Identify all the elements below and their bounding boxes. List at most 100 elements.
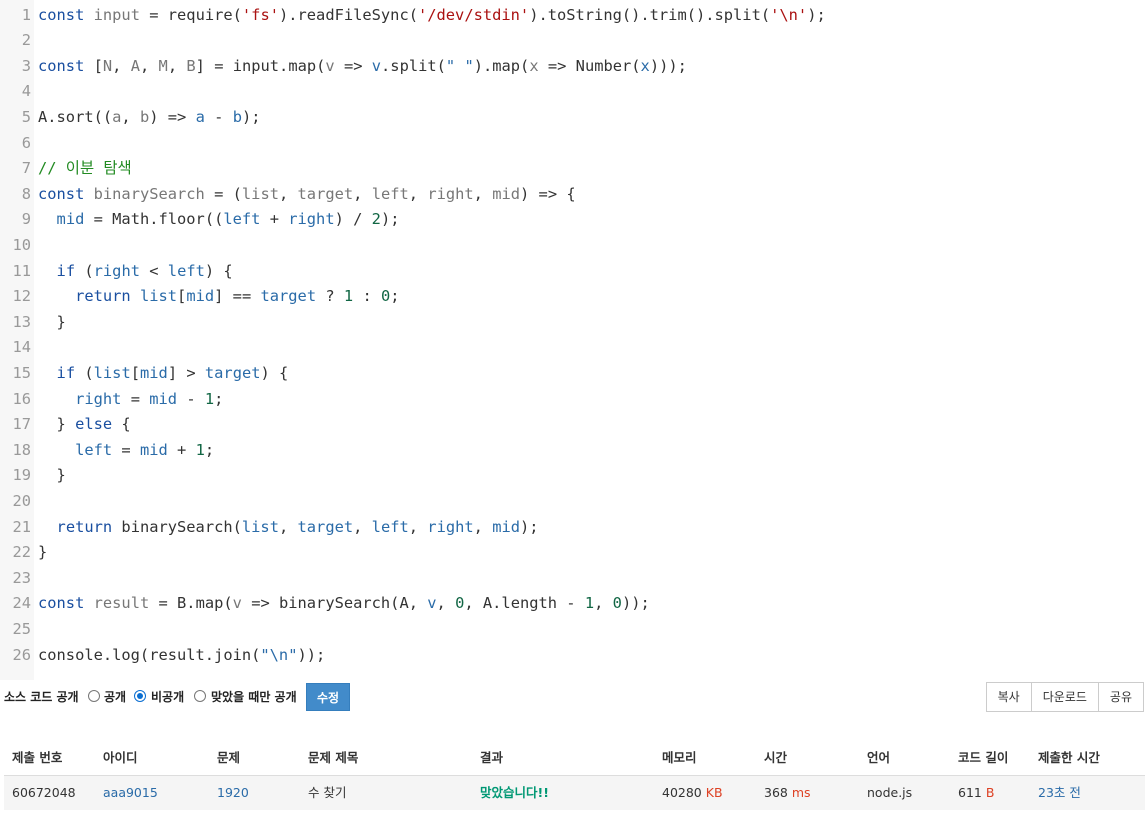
- code-token: 0: [612, 594, 622, 613]
- line-content: return list[mid] == target ? 1 : 0;: [38, 284, 399, 310]
- code-token: '/dev/stdin': [417, 5, 530, 24]
- code-token: b: [139, 108, 150, 126]
- line-number: 5: [21, 108, 31, 126]
- line-number: 10: [12, 236, 31, 254]
- code-token: ).toString().trim().split(: [529, 5, 771, 24]
- code-token: ,: [408, 517, 428, 536]
- code-line: 21 return binarySearch(list, target, lef…: [0, 515, 1145, 541]
- code-token: 2: [371, 210, 381, 229]
- code-token: 0: [455, 594, 465, 613]
- code-token: target: [297, 184, 354, 203]
- code-token: [: [177, 287, 187, 306]
- code-action-buttons: 복사 다운로드 공유: [985, 682, 1144, 712]
- code-token: right: [427, 517, 474, 536]
- code-token: input: [93, 5, 140, 24]
- code-token: 1: [584, 594, 595, 613]
- line-content: console.log(result.join("\n"));: [38, 643, 325, 669]
- code-token: (: [75, 364, 94, 382]
- cell-code-length: 611 B: [958, 776, 994, 810]
- table-row: 60672048 aaa9015 1920 수 찾기 맞았습니다!! 40280…: [4, 776, 1145, 810]
- line-number: 2: [21, 31, 31, 50]
- code-token: ));: [621, 594, 650, 613]
- line-number: 13: [12, 312, 31, 331]
- line-number: 26: [12, 645, 31, 664]
- code-token: left: [167, 261, 205, 280]
- code-token: if: [56, 261, 76, 280]
- code-token: 1: [204, 389, 215, 408]
- line-content: }: [38, 463, 66, 489]
- code-line: 17 } else {: [0, 412, 1145, 438]
- code-line: 14: [0, 335, 1145, 361]
- radio-public-label[interactable]: 공개: [104, 688, 126, 705]
- line-number: 15: [12, 364, 31, 382]
- code-token: result: [93, 594, 150, 613]
- line-number: 7: [21, 159, 31, 178]
- code-token: = Math.floor((: [84, 210, 224, 229]
- code-token: left: [223, 210, 261, 229]
- submission-table: 제출 번호 아이디 문제 문제 제목 결과 메모리 시간 언어 코드 길이 제출…: [4, 742, 1145, 810]
- code-line: 26 console.log(result.join("\n"));: [0, 643, 1145, 669]
- cell-language: node.js: [867, 785, 913, 800]
- time-unit: ms: [791, 785, 811, 800]
- code-token: );: [241, 108, 261, 126]
- header-code-length: 코드 길이: [958, 750, 1009, 765]
- cell-user-link[interactable]: aaa9015: [103, 776, 158, 810]
- line-content: const result = B.map(v => binarySearch(A…: [38, 591, 650, 617]
- cell-result: 맞았습니다!!: [480, 785, 549, 800]
- code-length-unit: B: [985, 785, 995, 800]
- code-line: 19 }: [0, 463, 1145, 489]
- line-content: if (right < left) {: [38, 259, 233, 285]
- code-token: ).readFileSync(: [278, 5, 418, 24]
- code-line: 18 left = mid + 1;: [0, 438, 1145, 464]
- line-number: 9: [21, 210, 31, 229]
- code-token: ,: [436, 594, 456, 613]
- code-token: right: [427, 184, 474, 203]
- code-line: 24 const result = B.map(v => binarySearch…: [0, 591, 1145, 617]
- code-token: target: [204, 364, 261, 382]
- cell-submitted-time-link[interactable]: 23초 전: [1038, 776, 1081, 810]
- header-submitted-time: 제출한 시간: [1038, 750, 1100, 765]
- copy-button[interactable]: 복사: [985, 682, 1032, 712]
- code-token: right: [93, 261, 140, 280]
- code-viewer[interactable]: 1 const input = require('fs').readFileSyn…: [0, 0, 1145, 680]
- code-token: ,: [594, 594, 613, 613]
- code-token: = require(: [139, 5, 242, 24]
- radio-public-if-correct[interactable]: [194, 690, 206, 702]
- cell-problem-link[interactable]: 1920: [217, 776, 249, 810]
- header-memory: 메모리: [662, 750, 697, 765]
- line-number: 6: [21, 133, 31, 152]
- line-number: 8: [21, 184, 31, 203]
- line-content: if (list[mid] > target) {: [38, 361, 289, 387]
- code-token: right: [288, 210, 335, 229]
- line-number: 3: [21, 56, 31, 75]
- code-token: x: [640, 56, 650, 75]
- radio-private-label[interactable]: 비공개: [151, 688, 184, 705]
- edit-button[interactable]: 수정: [306, 683, 350, 711]
- cell-memory: 40280 KB: [662, 776, 723, 810]
- code-token: '\n': [770, 5, 808, 24]
- radio-public-if-correct-label[interactable]: 맞았을 때만 공개: [211, 688, 297, 705]
- code-token: ,: [278, 517, 298, 536]
- code-token: }: [38, 312, 66, 331]
- code-token: ) /: [334, 210, 372, 229]
- code-token: ,: [140, 56, 159, 75]
- code-token: ).map(: [473, 56, 530, 75]
- radio-public[interactable]: [88, 690, 100, 702]
- download-button[interactable]: 다운로드: [1030, 682, 1099, 712]
- share-button[interactable]: 공유: [1097, 682, 1144, 712]
- time-value: 368: [764, 785, 788, 800]
- code-token: , A.length -: [464, 594, 585, 613]
- code-token: else: [75, 415, 113, 434]
- code-token: x: [529, 56, 539, 75]
- code-token: ,: [278, 184, 298, 203]
- code-token: ?: [316, 287, 344, 306]
- radio-private[interactable]: [134, 690, 146, 702]
- code-token: = B.map(: [149, 594, 233, 613]
- code-token: // 이분 탐색: [38, 159, 132, 178]
- code-token: {: [112, 415, 131, 434]
- header-problem: 문제: [217, 750, 241, 765]
